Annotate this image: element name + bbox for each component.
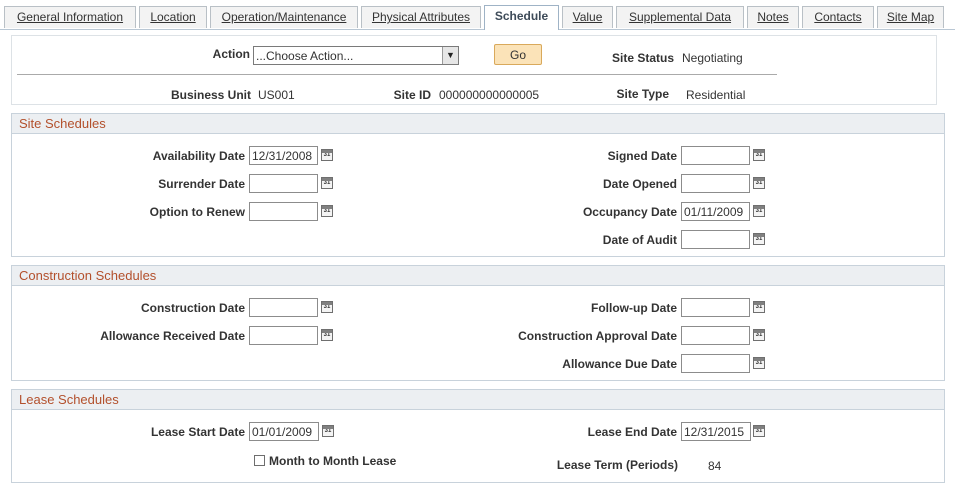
construction-approval-date-input[interactable] xyxy=(681,326,750,345)
tab-label: Operation/Maintenance xyxy=(221,10,347,24)
tab-label: Site Map xyxy=(886,10,935,24)
tab-label: Location xyxy=(150,10,196,24)
occupancy-date-label: Occupancy Date xyxy=(582,205,677,219)
calendar-icon[interactable]: 31 xyxy=(321,205,333,217)
lease-start-date-label: Lease Start Date xyxy=(150,425,245,439)
option-to-renew-label: Option to Renew xyxy=(149,205,245,219)
lease-end-date-label: Lease End Date xyxy=(587,425,677,439)
action-select[interactable]: ...Choose Action... xyxy=(253,46,459,65)
date-opened-input[interactable] xyxy=(681,174,750,193)
site-id-value: 000000000000005 xyxy=(439,88,540,102)
tab-label: Value xyxy=(572,10,603,24)
followup-date-label: Follow-up Date xyxy=(591,301,677,315)
tab-label: Schedule xyxy=(494,9,549,23)
month-to-month-lease-label: Month to Month Lease xyxy=(269,454,397,468)
site-id-label: Site ID xyxy=(393,88,431,102)
tab-value[interactable]: Value xyxy=(562,6,613,28)
calendar-icon[interactable]: 31 xyxy=(753,425,765,437)
calendar-icon[interactable]: 31 xyxy=(753,233,765,245)
date-of-audit-input[interactable] xyxy=(681,230,750,249)
lease-schedules-title: Lease Schedules xyxy=(12,390,944,410)
calendar-icon[interactable]: 31 xyxy=(753,177,765,189)
tab-supplemental-data[interactable]: Supplemental Data xyxy=(616,6,744,28)
month-to-month-lease-checkbox[interactable] xyxy=(254,455,265,466)
calendar-icon[interactable]: 31 xyxy=(753,149,765,161)
signed-date-input[interactable] xyxy=(681,146,750,165)
construction-approval-date-label: Construction Approval Date xyxy=(518,329,677,343)
tab-general-information[interactable]: General Information xyxy=(4,6,136,28)
surrender-date-label: Surrender Date xyxy=(158,177,245,191)
business-unit-value: US001 xyxy=(258,88,295,102)
calendar-icon[interactable]: 31 xyxy=(321,149,333,161)
site-type-label: Site Type xyxy=(616,87,669,101)
signed-date-label: Signed Date xyxy=(607,149,677,163)
tab-location[interactable]: Location xyxy=(139,6,207,28)
availability-date-label: Availability Date xyxy=(152,149,245,163)
allowance-due-date-input[interactable] xyxy=(681,354,750,373)
calendar-icon[interactable]: 31 xyxy=(753,357,765,369)
tab-site-map[interactable]: Site Map xyxy=(877,6,944,28)
calendar-icon[interactable]: 31 xyxy=(322,425,334,437)
calendar-icon[interactable]: 31 xyxy=(321,329,333,341)
tab-label: Physical Attributes xyxy=(371,10,471,24)
lease-term-label: Lease Term (Periods) xyxy=(556,458,678,472)
calendar-icon[interactable]: 31 xyxy=(753,205,765,217)
followup-date-input[interactable] xyxy=(681,298,750,317)
divider xyxy=(17,74,777,75)
tab-contacts[interactable]: Contacts xyxy=(802,6,874,28)
date-of-audit-label: Date of Audit xyxy=(602,233,677,247)
tab-label: General Information xyxy=(16,10,124,24)
availability-date-input[interactable] xyxy=(249,146,318,165)
option-to-renew-input[interactable] xyxy=(249,202,318,221)
construction-schedules-group: Construction Schedules xyxy=(11,265,945,381)
calendar-icon[interactable]: 31 xyxy=(753,301,765,313)
allowance-due-date-label: Allowance Due Date xyxy=(562,357,677,371)
construction-date-input[interactable] xyxy=(249,298,318,317)
construction-date-label: Construction Date xyxy=(140,301,245,315)
tab-notes[interactable]: Notes xyxy=(747,6,799,28)
calendar-icon[interactable]: 31 xyxy=(753,329,765,341)
action-label: Action xyxy=(212,47,250,61)
allowance-received-date-input[interactable] xyxy=(249,326,318,345)
site-schedules-title: Site Schedules xyxy=(12,114,944,134)
construction-schedules-title: Construction Schedules xyxy=(12,266,944,286)
site-type-value: Residential xyxy=(686,88,746,102)
lease-start-date-input[interactable] xyxy=(249,422,319,441)
tab-physical-attributes[interactable]: Physical Attributes xyxy=(361,6,481,28)
lease-term-value: 84 xyxy=(708,459,722,473)
go-button[interactable]: Go xyxy=(494,44,542,65)
page-tabbar: General Information Location Operation/M… xyxy=(0,0,955,30)
tab-operation-maintenance[interactable]: Operation/Maintenance xyxy=(210,6,358,28)
calendar-icon[interactable]: 31 xyxy=(321,177,333,189)
tab-label: Contacts xyxy=(814,10,862,24)
lease-end-date-input[interactable] xyxy=(681,422,751,441)
occupancy-date-input[interactable] xyxy=(681,202,750,221)
surrender-date-input[interactable] xyxy=(249,174,318,193)
date-opened-label: Date Opened xyxy=(602,177,677,191)
site-status-label: Site Status xyxy=(611,51,674,65)
business-unit-label: Business Unit xyxy=(170,88,251,102)
tab-schedule[interactable]: Schedule xyxy=(484,5,559,30)
site-status-value: Negotiating xyxy=(682,51,743,65)
allowance-received-date-label: Allowance Received Date xyxy=(100,329,245,343)
calendar-icon[interactable]: 31 xyxy=(321,301,333,313)
tab-label: Notes xyxy=(757,10,789,24)
tab-label: Supplemental Data xyxy=(628,10,732,24)
